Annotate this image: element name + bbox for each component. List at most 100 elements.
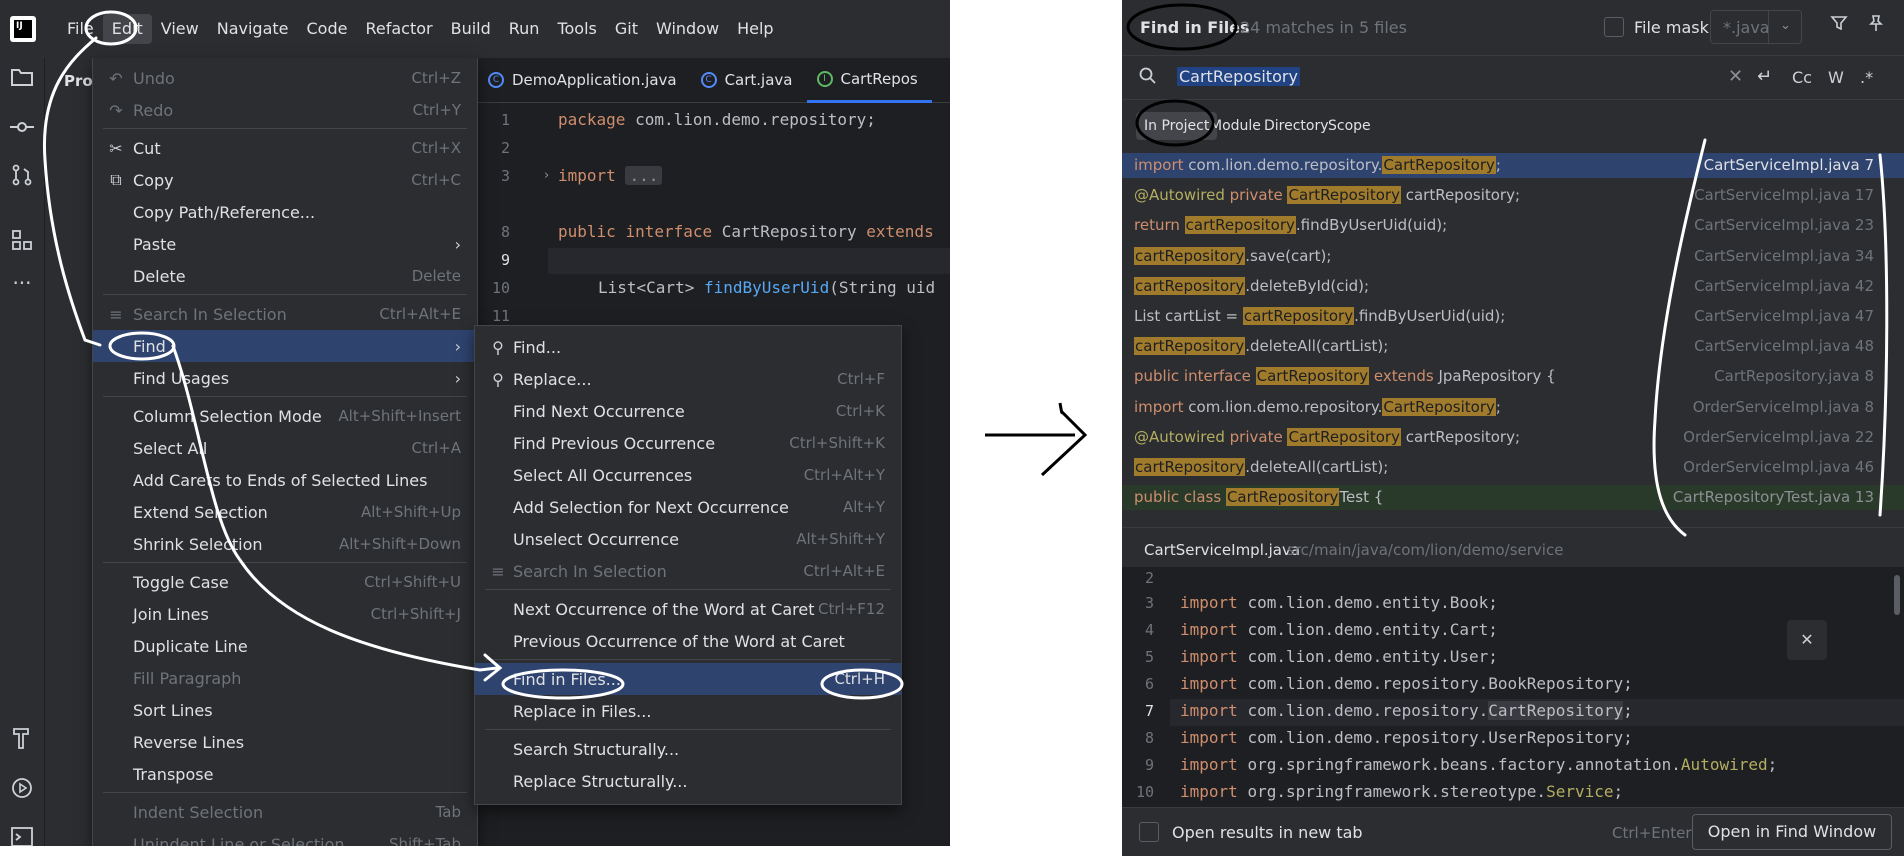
search-icon[interactable] bbox=[1138, 66, 1158, 91]
terminal-icon[interactable] bbox=[9, 826, 35, 846]
commit-icon[interactable] bbox=[9, 116, 35, 142]
search-input[interactable]: CartRepository bbox=[1177, 67, 1300, 86]
result-row[interactable]: @Autowired private CartRepository cartRe… bbox=[1122, 183, 1904, 208]
menu-item-copy-path[interactable]: Copy Path/Reference... bbox=[93, 196, 477, 228]
result-row[interactable]: import com.lion.demo.repository.CartRepo… bbox=[1122, 395, 1904, 420]
menu-help[interactable]: Help bbox=[728, 14, 782, 44]
menu-item-add-carets[interactable]: Add Carets to Ends of Selected Lines bbox=[93, 464, 477, 496]
menu-item-find-previous[interactable]: Find Previous Occurrence Ctrl+Shift+K bbox=[475, 427, 901, 459]
menu-item-shrink-selection[interactable]: Shrink Selection Alt+Shift+Down bbox=[93, 528, 477, 560]
menu-item-unselect-occurrence[interactable]: Unselect Occurrence Alt+Shift+Y bbox=[475, 523, 901, 555]
services-run-icon[interactable] bbox=[9, 776, 35, 802]
result-match: cartRepository bbox=[1134, 276, 1246, 295]
menu-item-previous-word-occurrence[interactable]: Previous Occurrence of the Word at Caret bbox=[475, 625, 901, 657]
menu-run[interactable]: Run bbox=[500, 14, 549, 44]
menu-item-cut[interactable]: ✂ Cut Ctrl+X bbox=[93, 132, 477, 164]
search-icon: ⚲ bbox=[492, 337, 504, 357]
menu-item-find-usages[interactable]: Find Usages › bbox=[93, 362, 477, 394]
regex-toggle[interactable]: .* bbox=[1860, 68, 1873, 87]
menu-window[interactable]: Window bbox=[647, 14, 728, 44]
menu-item-find-next[interactable]: Find Next Occurrence Ctrl+K bbox=[475, 395, 901, 427]
open-in-find-window-button[interactable]: Open in Find Window bbox=[1692, 814, 1892, 850]
menu-item-reverse-lines[interactable]: Reverse Lines bbox=[93, 726, 477, 758]
scope-tabs: In Project Module Directory Scope bbox=[1122, 102, 1904, 148]
menu-item-find-dialog[interactable]: ⚲ Find... bbox=[475, 331, 901, 363]
open-new-tab-checkbox[interactable] bbox=[1139, 822, 1159, 842]
tab-demo-application[interactable]: C DemoApplication.java bbox=[478, 58, 691, 103]
menu-tools[interactable]: Tools bbox=[548, 14, 605, 44]
result-prefix: import com.lion.demo.repository. bbox=[1134, 156, 1383, 174]
chevron-down-icon[interactable]: ⌄ bbox=[1768, 10, 1802, 44]
menu-item-find-in-files[interactable]: Find in Files... Ctrl+H bbox=[475, 663, 901, 695]
menu-item-indent-selection[interactable]: Indent Selection Tab bbox=[93, 796, 477, 828]
menu-item-search-in-selection-2[interactable]: ≡ Search In Selection Ctrl+Alt+E bbox=[475, 555, 901, 587]
menu-item-fill-paragraph[interactable]: Fill Paragraph bbox=[93, 662, 477, 694]
code-preview[interactable]: 2 3 4 5 6 7 8 9 10 import com.lion.demo.… bbox=[1122, 567, 1904, 807]
filter-icon[interactable] bbox=[1830, 14, 1848, 37]
line-number: 2 bbox=[500, 139, 510, 157]
menu-item-toggle-case[interactable]: Toggle Case Ctrl+Shift+U bbox=[93, 566, 477, 598]
pin-icon[interactable] bbox=[1867, 14, 1885, 37]
tab-cart-repository[interactable]: I CartRepos bbox=[806, 58, 932, 103]
menu-item-add-selection-next[interactable]: Add Selection for Next Occurrence Alt+Y bbox=[475, 491, 901, 523]
more-tools-icon[interactable]: ··· bbox=[9, 270, 35, 296]
scope-custom[interactable]: Scope bbox=[1320, 112, 1379, 140]
fold-chevron-icon[interactable]: › bbox=[544, 168, 549, 183]
result-row[interactable]: import com.lion.demo.repository.CartRepo… bbox=[1122, 153, 1904, 178]
menu-git[interactable]: Git bbox=[606, 14, 647, 44]
menu-item-column-selection[interactable]: Column Selection Mode Alt+Shift+Insert bbox=[93, 400, 477, 432]
menu-item-join-lines[interactable]: Join Lines Ctrl+Shift+J bbox=[93, 598, 477, 630]
result-row[interactable]: public class CartRepositoryTest {CartRep… bbox=[1122, 485, 1904, 511]
menu-navigate[interactable]: Navigate bbox=[208, 14, 298, 44]
close-preview-icon[interactable]: ✕ bbox=[1787, 620, 1827, 660]
menu-item-delete[interactable]: Delete Delete bbox=[93, 260, 477, 292]
menu-item-undo[interactable]: ↶ Undo Ctrl+Z bbox=[93, 62, 477, 94]
menu-item-redo[interactable]: ↷ Redo Ctrl+Y bbox=[93, 94, 477, 126]
result-row[interactable]: List cartList = cartRepository.findByUse… bbox=[1122, 304, 1904, 329]
menu-item-next-word-occurrence[interactable]: Next Occurrence of the Word at Caret Ctrl… bbox=[475, 593, 901, 625]
newline-icon[interactable]: ↵ bbox=[1757, 66, 1772, 87]
line-number: 8 bbox=[1144, 729, 1154, 747]
menu-file[interactable]: File bbox=[58, 14, 103, 44]
menu-item-paste[interactable]: Paste › bbox=[93, 228, 477, 260]
menu-item-replace-structurally[interactable]: Replace Structurally... bbox=[475, 765, 901, 797]
result-row[interactable]: cartRepository.deleteById(cid); CartServi… bbox=[1122, 274, 1904, 299]
whole-words-toggle[interactable]: W bbox=[1828, 68, 1844, 87]
menu-item-unindent[interactable]: Unindent Line or Selection Shift+Tab bbox=[93, 828, 477, 847]
result-row[interactable]: cartRepository.deleteAll(cartList); Order… bbox=[1122, 455, 1904, 480]
menu-refactor[interactable]: Refactor bbox=[356, 14, 441, 44]
menu-view[interactable]: View bbox=[152, 14, 208, 44]
menu-item-search-in-selection[interactable]: ≡ Search In Selection Ctrl+Alt+E bbox=[93, 298, 477, 330]
menu-item-extend-selection[interactable]: Extend Selection Alt+Shift+Up bbox=[93, 496, 477, 528]
scrollbar[interactable] bbox=[1894, 575, 1900, 615]
result-row[interactable]: @Autowired private CartRepository cartRe… bbox=[1122, 425, 1904, 450]
menu-item-replace-in-files[interactable]: Replace in Files... bbox=[475, 695, 901, 727]
result-row[interactable]: return cartRepository.findByUserUid(uid)… bbox=[1122, 213, 1904, 238]
menu-item-duplicate-line[interactable]: Duplicate Line bbox=[93, 630, 477, 662]
pull-requests-icon[interactable] bbox=[9, 163, 35, 189]
menu-edit[interactable]: Edit bbox=[102, 14, 152, 44]
menu-item-replace[interactable]: ⚲ Replace... Ctrl+F bbox=[475, 363, 901, 395]
build-hammer-icon[interactable] bbox=[9, 726, 35, 752]
match-case-toggle[interactable]: Cc bbox=[1792, 68, 1812, 87]
dialog-footer: Open results in new tab Ctrl+Enter Open … bbox=[1122, 807, 1904, 856]
file-mask-checkbox[interactable] bbox=[1604, 17, 1624, 37]
menu-item-select-all[interactable]: Select All Ctrl+A bbox=[93, 432, 477, 464]
menu-item-copy[interactable]: ⧉ Copy Ctrl+C bbox=[93, 164, 477, 196]
project-folder-icon[interactable] bbox=[9, 66, 35, 92]
menu-item-search-structurally[interactable]: Search Structurally... bbox=[475, 733, 901, 765]
tab-cart[interactable]: C Cart.java bbox=[691, 58, 807, 103]
result-row[interactable]: public interface CartRepository extends … bbox=[1122, 364, 1904, 389]
structure-icon[interactable] bbox=[9, 228, 35, 254]
clear-icon[interactable]: ✕ bbox=[1728, 66, 1743, 87]
search-row: CartRepository ✕ ↵ Cc W .* bbox=[1122, 55, 1904, 100]
menu-item-select-all-occurrences[interactable]: Select All Occurrences Ctrl+Alt+Y bbox=[475, 459, 901, 491]
result-row[interactable]: cartRepository.deleteAll(cartList); CartS… bbox=[1122, 334, 1904, 359]
menu-code[interactable]: Code bbox=[298, 14, 357, 44]
result-row[interactable]: cartRepository.save(cart); CartServiceImp… bbox=[1122, 244, 1904, 269]
menu-item-transpose[interactable]: Transpose bbox=[93, 758, 477, 790]
result-file: CartServiceImpl.java 47 bbox=[1694, 307, 1874, 325]
menu-item-find[interactable]: Find › bbox=[93, 330, 477, 362]
menu-item-sort-lines[interactable]: Sort Lines bbox=[93, 694, 477, 726]
menu-build[interactable]: Build bbox=[442, 14, 500, 44]
